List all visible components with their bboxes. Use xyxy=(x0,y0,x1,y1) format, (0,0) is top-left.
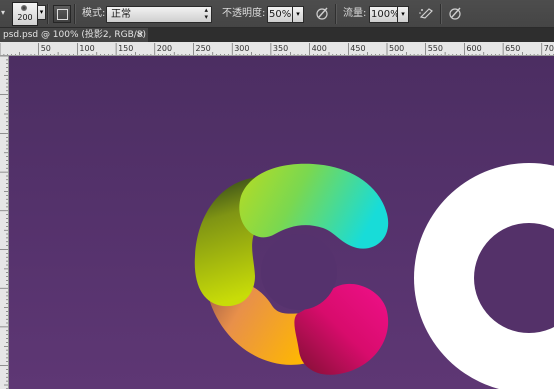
document-canvas[interactable] xyxy=(9,56,554,389)
white-o-shape[interactable] xyxy=(414,163,554,389)
ruler-label: 300 xyxy=(234,44,249,53)
brush-tip-icon xyxy=(21,5,27,11)
ruler-label: 100 xyxy=(79,44,94,53)
separator xyxy=(47,4,48,24)
pen-pressure-icon xyxy=(316,7,328,20)
horizontal-ruler[interactable]: 50 100 150 200 250 300 350 400 450 500 550 600 650 70… xyxy=(0,42,554,56)
mode-value: 正常 xyxy=(111,9,131,20)
canvas-artwork xyxy=(194,163,554,389)
chevron-down-icon: ▾ xyxy=(296,10,300,18)
ruler-label: 350 xyxy=(273,44,288,53)
document-tab[interactable]: psd.psd @ 100% (投影2, RGB/8) × xyxy=(0,28,148,42)
brush-picker-arrow[interactable]: ▾ xyxy=(37,5,46,20)
flow-value: 100% xyxy=(371,9,400,20)
brush-preset-picker[interactable]: 200 xyxy=(12,2,38,26)
colorful-c-logo[interactable] xyxy=(194,163,389,375)
close-icon[interactable]: × xyxy=(136,28,144,42)
updown-arrows-icon: ▴ ▾ xyxy=(204,6,208,21)
ruler-label: 550 xyxy=(428,44,443,53)
flow-label: 流量: xyxy=(343,8,367,19)
toggle-brush-panel-button[interactable] xyxy=(53,5,71,23)
mode-select[interactable]: 正常 ▴ ▾ xyxy=(106,6,212,23)
ruler-label: 600 xyxy=(466,44,481,53)
tool-options-bar: ▾ 200 ▾ 模式: 正常 ▴ ▾ 不透明度: 50% ▾ 流量: 100% ▾ xyxy=(0,0,554,28)
ruler-label: 650 xyxy=(505,44,520,53)
vertical-ruler-scale xyxy=(0,56,8,389)
brush-panel-icon xyxy=(57,9,68,20)
opacity-slider-button[interactable]: ▾ xyxy=(292,6,304,23)
ruler-label: 200 xyxy=(157,44,172,53)
chevron-down-icon: ▾ xyxy=(401,10,405,18)
pen-pressure-size-icon xyxy=(449,7,461,20)
ruler-label: 400 xyxy=(312,44,327,53)
separator xyxy=(440,4,441,24)
logo-arc-green-cyan xyxy=(239,163,389,249)
ruler-label: 250 xyxy=(196,44,211,53)
ruler-label: 50 xyxy=(41,44,51,53)
flow-field[interactable]: 100% xyxy=(369,6,400,23)
brush-size-value: 200 xyxy=(17,13,33,22)
opacity-field[interactable]: 50% xyxy=(267,6,292,23)
document-tab-title: psd.psd @ 100% (投影2, RGB/8) xyxy=(3,30,147,40)
preset-dropdown-arrow-icon[interactable]: ▾ xyxy=(1,7,7,19)
separator xyxy=(335,4,336,24)
document-tab-bar: psd.psd @ 100% (投影2, RGB/8) × xyxy=(0,28,554,42)
vertical-ruler[interactable] xyxy=(0,56,9,389)
horizontal-ruler-scale: 50 100 150 200 250 300 350 400 450 500 550 600 650 70… xyxy=(0,43,554,55)
ruler-label: 500 xyxy=(389,44,404,53)
ruler-label: 700 xyxy=(544,44,554,53)
pressure-opacity-button[interactable] xyxy=(314,5,330,21)
ruler-label: 450 xyxy=(350,44,365,53)
opacity-value: 50% xyxy=(269,9,292,20)
logo-inner-hole xyxy=(261,234,337,310)
separator xyxy=(74,4,75,24)
chevron-down-icon: ▾ xyxy=(39,8,44,16)
flow-slider-button[interactable]: ▾ xyxy=(397,6,409,23)
airbrush-icon xyxy=(419,8,433,19)
airbrush-button[interactable] xyxy=(418,5,436,21)
opacity-label: 不透明度: xyxy=(222,8,266,19)
pressure-size-button[interactable] xyxy=(447,5,463,21)
ruler-label: 150 xyxy=(118,44,133,53)
mode-label: 模式: xyxy=(82,8,106,19)
